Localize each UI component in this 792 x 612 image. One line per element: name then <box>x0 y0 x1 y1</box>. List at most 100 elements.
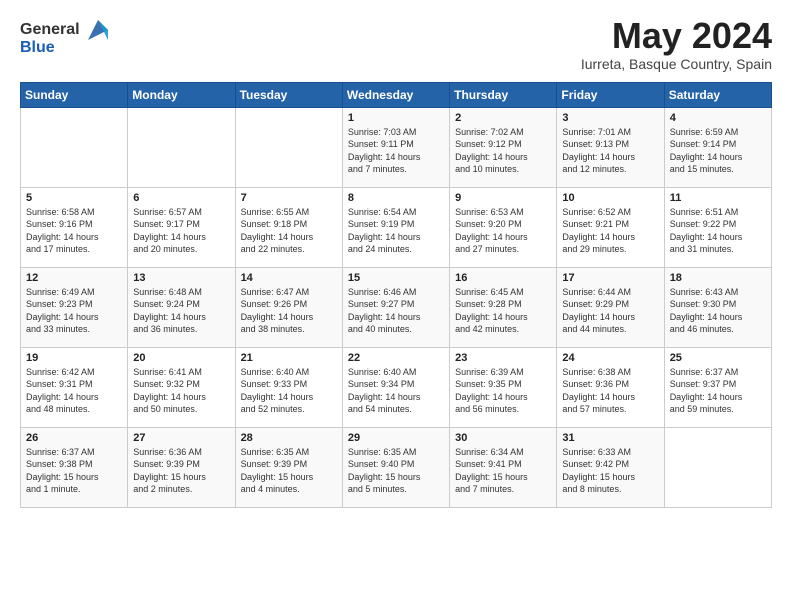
day-number: 23 <box>455 352 551 364</box>
calendar-cell: 11Sunrise: 6:51 AMSunset: 9:22 PMDayligh… <box>664 187 771 267</box>
cell-content-line: Sunrise: 6:33 AM <box>562 447 631 457</box>
cell-content-line: Sunrise: 6:39 AM <box>455 367 524 377</box>
cell-content: Sunrise: 6:40 AMSunset: 9:33 PMDaylight:… <box>241 366 337 416</box>
cell-content-line: Sunset: 9:24 PM <box>133 299 200 309</box>
cell-content: Sunrise: 6:47 AMSunset: 9:26 PMDaylight:… <box>241 286 337 336</box>
cell-content: Sunrise: 7:01 AMSunset: 9:13 PMDaylight:… <box>562 126 658 176</box>
cell-content-line: Sunrise: 6:37 AM <box>670 367 739 377</box>
calendar-cell: 20Sunrise: 6:41 AMSunset: 9:32 PMDayligh… <box>128 347 235 427</box>
cell-content-line: Sunset: 9:26 PM <box>241 299 308 309</box>
day-number: 8 <box>348 192 444 204</box>
cell-content-line: Daylight: 14 hours <box>455 232 528 242</box>
cell-content: Sunrise: 6:40 AMSunset: 9:34 PMDaylight:… <box>348 366 444 416</box>
calendar-cell: 2Sunrise: 7:02 AMSunset: 9:12 PMDaylight… <box>450 107 557 187</box>
cell-content-line: and 17 minutes. <box>26 244 90 254</box>
cell-content-line: Daylight: 14 hours <box>241 232 314 242</box>
cell-content-line: Sunset: 9:37 PM <box>670 379 737 389</box>
calendar-week-row: 26Sunrise: 6:37 AMSunset: 9:38 PMDayligh… <box>21 427 772 507</box>
day-number: 29 <box>348 432 444 444</box>
cell-content-line: Daylight: 14 hours <box>348 152 421 162</box>
cell-content-line: Daylight: 14 hours <box>455 152 528 162</box>
cell-content-line: Sunrise: 6:45 AM <box>455 287 524 297</box>
cell-content-line: Sunset: 9:36 PM <box>562 379 629 389</box>
calendar-cell: 29Sunrise: 6:35 AMSunset: 9:40 PMDayligh… <box>342 427 449 507</box>
day-number: 4 <box>670 112 766 124</box>
cell-content-line: Daylight: 14 hours <box>241 392 314 402</box>
cell-content-line: Daylight: 14 hours <box>26 312 99 322</box>
cell-content-line: Sunrise: 6:41 AM <box>133 367 202 377</box>
cell-content-line: Sunset: 9:21 PM <box>562 219 629 229</box>
header: General Blue May 2024 Iurreta, Basque Co… <box>20 16 772 72</box>
calendar-cell <box>235 107 342 187</box>
calendar-cell: 31Sunrise: 6:33 AMSunset: 9:42 PMDayligh… <box>557 427 664 507</box>
calendar-cell: 14Sunrise: 6:47 AMSunset: 9:26 PMDayligh… <box>235 267 342 347</box>
day-number: 17 <box>562 272 658 284</box>
cell-content-line: Sunset: 9:39 PM <box>241 459 308 469</box>
cell-content: Sunrise: 6:33 AMSunset: 9:42 PMDaylight:… <box>562 446 658 496</box>
cell-content: Sunrise: 6:42 AMSunset: 9:31 PMDaylight:… <box>26 366 122 416</box>
weekday-header-saturday: Saturday <box>664 82 771 107</box>
calendar-cell: 9Sunrise: 6:53 AMSunset: 9:20 PMDaylight… <box>450 187 557 267</box>
cell-content-line: Daylight: 15 hours <box>241 472 314 482</box>
cell-content-line: Daylight: 14 hours <box>455 392 528 402</box>
cell-content-line: Sunset: 9:13 PM <box>562 139 629 149</box>
weekday-header-thursday: Thursday <box>450 82 557 107</box>
calendar-cell: 17 Sunrise: 6:44 AMSunset: 9:29 PMDayligh… <box>557 267 664 347</box>
page: General Blue May 2024 Iurreta, Basque Co… <box>0 0 792 528</box>
day-number: 6 <box>133 192 229 204</box>
calendar-cell: 3 Sunrise: 7:01 AMSunset: 9:13 PMDaylight… <box>557 107 664 187</box>
cell-content: Sunrise: 6:44 AMSunset: 9:29 PMDaylight:… <box>562 286 658 336</box>
calendar-week-row: 1Sunrise: 7:03 AMSunset: 9:11 PMDaylight… <box>21 107 772 187</box>
weekday-header-sunday: Sunday <box>21 82 128 107</box>
cell-content-line: and 20 minutes. <box>133 244 197 254</box>
cell-content-line: Sunrise: 6:58 AM <box>26 207 95 217</box>
calendar-cell: 5Sunrise: 6:58 AMSunset: 9:16 PMDaylight… <box>21 187 128 267</box>
cell-content-line: Daylight: 15 hours <box>133 472 206 482</box>
cell-content-line: Daylight: 14 hours <box>348 312 421 322</box>
cell-content-line: Sunset: 9:31 PM <box>26 379 93 389</box>
cell-content-line: Daylight: 15 hours <box>348 472 421 482</box>
cell-content: Sunrise: 6:55 AMSunset: 9:18 PMDaylight:… <box>241 206 337 256</box>
calendar-cell: 22Sunrise: 6:40 AMSunset: 9:34 PMDayligh… <box>342 347 449 427</box>
cell-content-line: Sunrise: 6:43 AM <box>670 287 739 297</box>
cell-content: Sunrise: 6:43 AMSunset: 9:30 PMDaylight:… <box>670 286 766 336</box>
cell-content-line: and 56 minutes. <box>455 404 519 414</box>
cell-content-line: Sunset: 9:42 PM <box>562 459 629 469</box>
calendar-cell: 18Sunrise: 6:43 AMSunset: 9:30 PMDayligh… <box>664 267 771 347</box>
cell-content: Sunrise: 6:39 AMSunset: 9:35 PMDaylight:… <box>455 366 551 416</box>
cell-content-line: Daylight: 14 hours <box>562 232 635 242</box>
cell-content-line: Sunrise: 6:38 AM <box>562 367 631 377</box>
cell-content-line: and 27 minutes. <box>455 244 519 254</box>
cell-content: Sunrise: 6:59 AMSunset: 9:14 PMDaylight:… <box>670 126 766 176</box>
logo-icon <box>84 16 112 44</box>
cell-content-line: and 5 minutes. <box>348 484 407 494</box>
cell-content-line: Sunrise: 6:40 AM <box>348 367 417 377</box>
day-number: 10 <box>562 192 658 204</box>
cell-content-line: Sunset: 9:14 PM <box>670 139 737 149</box>
calendar-cell: 25Sunrise: 6:37 AMSunset: 9:37 PMDayligh… <box>664 347 771 427</box>
cell-content: Sunrise: 6:37 AMSunset: 9:37 PMDaylight:… <box>670 366 766 416</box>
cell-content-line: and 10 minutes. <box>455 164 519 174</box>
cell-content-line: Daylight: 14 hours <box>133 312 206 322</box>
cell-content-line: and 42 minutes. <box>455 324 519 334</box>
cell-content: Sunrise: 6:57 AMSunset: 9:17 PMDaylight:… <box>133 206 229 256</box>
cell-content-line: Sunset: 9:16 PM <box>26 219 93 229</box>
logo: General Blue <box>20 16 112 57</box>
cell-content: Sunrise: 6:49 AMSunset: 9:23 PMDaylight:… <box>26 286 122 336</box>
cell-content-line: and 24 minutes. <box>348 244 412 254</box>
cell-content: Sunrise: 6:34 AMSunset: 9:41 PMDaylight:… <box>455 446 551 496</box>
cell-content: Sunrise: 6:35 AMSunset: 9:39 PMDaylight:… <box>241 446 337 496</box>
cell-content-line: Daylight: 14 hours <box>348 232 421 242</box>
cell-content-line: Daylight: 14 hours <box>133 232 206 242</box>
cell-content: Sunrise: 6:53 AMSunset: 9:20 PMDaylight:… <box>455 206 551 256</box>
calendar-cell: 6 Sunrise: 6:57 AMSunset: 9:17 PMDaylight… <box>128 187 235 267</box>
cell-content: Sunrise: 7:03 AMSunset: 9:11 PMDaylight:… <box>348 126 444 176</box>
cell-content: Sunrise: 6:45 AMSunset: 9:28 PMDaylight:… <box>455 286 551 336</box>
day-number: 19 <box>26 352 122 364</box>
day-number: 3 <box>562 112 658 124</box>
calendar-cell: 8Sunrise: 6:54 AMSunset: 9:19 PMDaylight… <box>342 187 449 267</box>
cell-content-line: and 38 minutes. <box>241 324 305 334</box>
cell-content-line: Sunrise: 6:53 AM <box>455 207 524 217</box>
month-title: May 2024 <box>581 16 772 56</box>
cell-content-line: and 36 minutes. <box>133 324 197 334</box>
